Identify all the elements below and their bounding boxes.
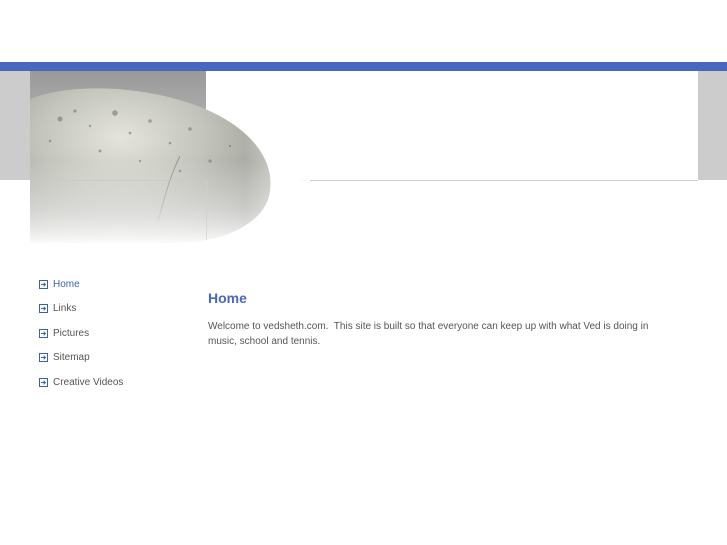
welcome-text: Welcome to vedsheth.com. This site is bu…	[208, 321, 652, 347]
header-right-panel	[698, 71, 727, 180]
arrow-box-icon	[39, 328, 48, 338]
nav-item-label: Sitemap	[53, 352, 90, 364]
page: Home Links Pictures Sitemap Creative Vid…	[0, 0, 727, 545]
nav-item-creative-videos[interactable]: Creative Videos	[39, 370, 199, 395]
page-title: Home	[208, 290, 247, 306]
nav-item-sitemap[interactable]: Sitemap	[39, 346, 199, 371]
arrow-box-icon	[39, 304, 48, 314]
nav-item-pictures[interactable]: Pictures	[39, 321, 199, 346]
nav-item-label: Creative Videos	[53, 376, 124, 388]
nav-item-label: Links	[53, 303, 77, 315]
arrow-box-icon	[39, 377, 48, 387]
arrow-box-icon	[39, 279, 48, 289]
nav-item-label: Home	[53, 278, 80, 290]
sidebar-nav: Home Links Pictures Sitemap Creative Vid…	[39, 272, 199, 395]
nav-item-links[interactable]: Links	[39, 297, 199, 322]
header-left-panel	[0, 71, 30, 180]
stone-banner-image	[30, 71, 310, 246]
header-accent-bar	[0, 62, 727, 71]
nav-item-label: Pictures	[53, 327, 90, 339]
nav-item-home[interactable]: Home	[39, 272, 199, 297]
arrow-box-icon	[39, 353, 48, 363]
main-content: Home Welcome to vedsheth.com. This site …	[208, 289, 668, 349]
header-divider	[300, 180, 698, 181]
